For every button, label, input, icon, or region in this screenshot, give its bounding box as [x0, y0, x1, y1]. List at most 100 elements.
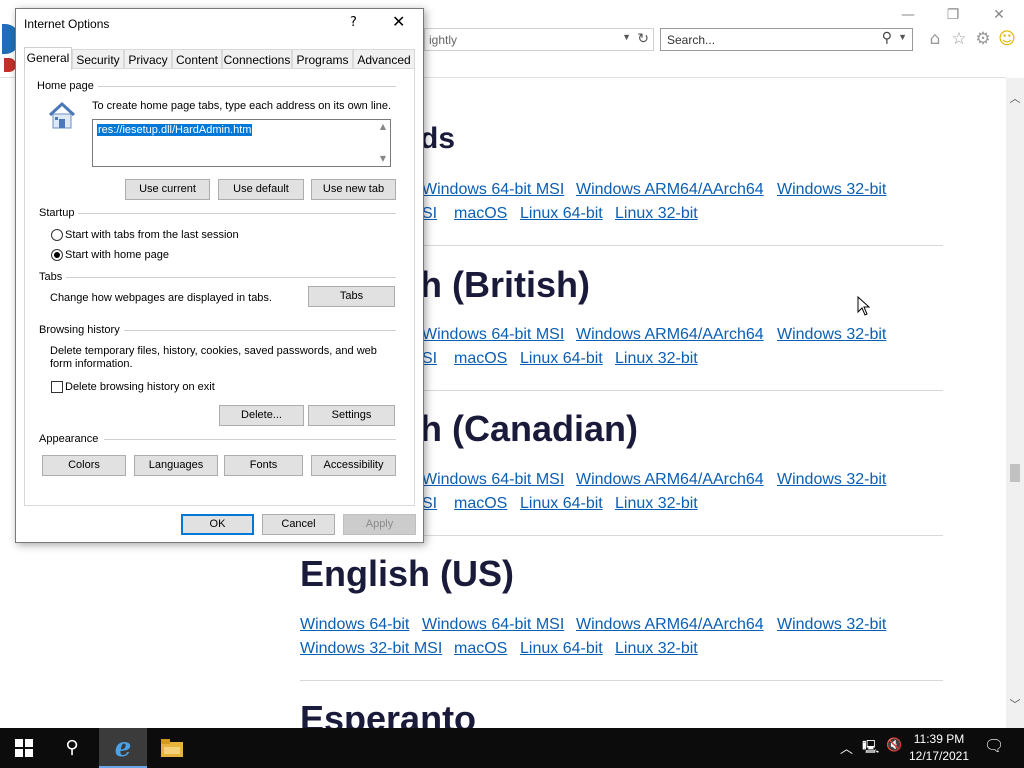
tab-programs[interactable]: Programs [292, 49, 353, 69]
download-link[interactable]: Linux 64-bit [520, 205, 603, 223]
download-link[interactable]: macOS [454, 640, 507, 658]
fonts-button[interactable]: Fonts [224, 455, 303, 476]
section-divider [300, 680, 943, 681]
download-link[interactable]: macOS [454, 350, 507, 368]
tab-general[interactable]: General [24, 47, 72, 70]
download-link[interactable]: Linux 32-bit [615, 350, 698, 368]
download-link[interactable]: Windows 64-bit MSI [422, 471, 564, 489]
download-link[interactable]: Windows ARM64/AArch64 [576, 181, 764, 199]
scroll-down-small-icon[interactable]: ▼ [378, 154, 388, 163]
mouse-cursor-icon [857, 296, 871, 316]
download-link[interactable]: macOS [454, 205, 507, 223]
download-link[interactable]: Windows ARM64/AArch64 [576, 471, 764, 489]
use-new-tab-button[interactable]: Use new tab [311, 179, 396, 200]
startup-group-line [76, 213, 396, 214]
internet-explorer-icon[interactable]: e [99, 728, 147, 768]
tabs-group-line [66, 277, 396, 278]
help-button[interactable]: ? [350, 15, 357, 30]
download-link[interactable]: Windows 32-bit [777, 616, 886, 634]
radio-home-page[interactable] [51, 249, 63, 261]
appearance-group-line [104, 439, 396, 440]
scroll-up-icon[interactable]: ︿ [1006, 90, 1024, 108]
download-link[interactable]: SI [422, 350, 437, 368]
use-default-button[interactable]: Use default [218, 179, 304, 200]
close-window-button[interactable]: ✕ [984, 4, 1014, 26]
search-icon[interactable]: ⚲ [882, 30, 892, 46]
clock-date[interactable]: 12/17/2021 [905, 749, 973, 763]
favorites-star-icon[interactable]: ☆ [948, 28, 970, 50]
delete-on-exit-checkbox[interactable] [51, 381, 63, 393]
file-explorer-icon[interactable] [148, 728, 196, 768]
home-icon[interactable]: ⌂ [924, 28, 946, 50]
languages-button[interactable]: Languages [134, 455, 218, 476]
download-link[interactable]: Linux 32-bit [615, 495, 698, 513]
notifications-icon[interactable]: 🗨 [984, 736, 1004, 755]
download-link[interactable]: Windows 32-bit [777, 326, 886, 344]
settings-gear-icon[interactable]: ⚙ [972, 28, 994, 50]
language-title: h (British) [420, 264, 590, 305]
download-link[interactable]: Linux 64-bit [520, 640, 603, 658]
download-link[interactable]: SI [422, 495, 437, 513]
tab-advanced[interactable]: Advanced [353, 49, 415, 69]
minimize-button[interactable]: — [893, 4, 923, 26]
download-link[interactable]: SI [422, 205, 437, 223]
house-icon [48, 101, 76, 129]
tab-connections[interactable]: Connections [222, 49, 292, 69]
use-current-button[interactable]: Use current [125, 179, 210, 200]
page-scrollbar[interactable]: ︿ ﹀ [1006, 78, 1024, 728]
download-link[interactable]: Windows 32-bit MSI [300, 640, 442, 658]
colors-button[interactable]: Colors [42, 455, 126, 476]
cancel-button[interactable]: Cancel [262, 514, 335, 535]
download-link[interactable]: Linux 64-bit [520, 350, 603, 368]
dialog-title: Internet Options [24, 17, 110, 31]
tab-security[interactable]: Security [72, 49, 124, 69]
delete-on-exit-label[interactable]: Delete browsing history on exit [65, 381, 215, 393]
clock-time[interactable]: 11:39 PM [905, 732, 973, 746]
search-icon[interactable]: ⚲ [48, 728, 96, 768]
start-icon[interactable] [0, 728, 48, 768]
search-dropdown-icon[interactable]: ▼ [898, 32, 907, 42]
download-link[interactable]: Windows 64-bit MSI [422, 181, 564, 199]
scroll-down-icon[interactable]: ﹀ [1006, 696, 1024, 714]
address-dropdown-icon[interactable]: ▼ [622, 32, 631, 42]
tabs-group-label: Tabs [39, 271, 67, 283]
tab-privacy[interactable]: Privacy [124, 49, 172, 69]
address-bar[interactable]: ightly ▼ ↻ [424, 28, 654, 51]
delete-history-button[interactable]: Delete... [219, 405, 304, 426]
download-link[interactable]: Windows 64-bit [300, 616, 409, 634]
radio-last-session-label[interactable]: Start with tabs from the last session [65, 229, 239, 241]
home-page-instruction: To create home page tabs, type each addr… [92, 100, 392, 112]
volume-muted-icon[interactable]: 🔇 [886, 738, 902, 753]
tab-content[interactable]: Content [172, 49, 222, 69]
download-link[interactable]: Windows ARM64/AArch64 [576, 616, 764, 634]
download-link[interactable]: Windows 64-bit MSI [422, 616, 564, 634]
accessibility-button[interactable]: Accessibility [311, 455, 396, 476]
tabs-settings-button[interactable]: Tabs [308, 286, 395, 307]
ok-button[interactable]: OK [181, 514, 254, 535]
network-icon[interactable]: 🖳 [862, 738, 879, 760]
download-link[interactable]: Linux 64-bit [520, 495, 603, 513]
feedback-smiley-icon[interactable]: ☺ [996, 28, 1018, 50]
download-link[interactable]: Windows ARM64/AArch64 [576, 326, 764, 344]
download-link[interactable]: Linux 32-bit [615, 205, 698, 223]
home-page-group-line [96, 86, 396, 87]
taskbar: ⚲ e ︿ 🖳 🔇 11:39 PM 12/17/2021 🗨 [0, 728, 1024, 768]
restore-button[interactable]: ❐ [938, 4, 968, 26]
scrollbar-thumb[interactable] [1010, 464, 1020, 482]
history-settings-button[interactable]: Settings [308, 405, 395, 426]
search-box[interactable]: Search... ⚲ ▼ [660, 28, 913, 51]
search-placeholder: Search... [667, 33, 716, 47]
refresh-icon[interactable]: ↻ [637, 30, 649, 47]
download-link[interactable]: Windows 32-bit [777, 471, 886, 489]
home-page-group-label: Home page [37, 80, 98, 92]
home-page-input[interactable]: res://iesetup.dll/HardAdmin.htm ▲ ▼ [92, 119, 391, 167]
close-dialog-button[interactable]: ✕ [392, 12, 405, 31]
download-link[interactable]: Linux 32-bit [615, 640, 698, 658]
download-link[interactable]: Windows 32-bit [777, 181, 886, 199]
download-link[interactable]: Windows 64-bit MSI [422, 326, 564, 344]
show-hidden-icons-icon[interactable]: ︿ [840, 738, 853, 757]
radio-home-page-label[interactable]: Start with home page [65, 249, 169, 261]
radio-last-session[interactable] [51, 229, 63, 241]
download-link[interactable]: macOS [454, 495, 507, 513]
scroll-up-small-icon[interactable]: ▲ [378, 122, 388, 131]
